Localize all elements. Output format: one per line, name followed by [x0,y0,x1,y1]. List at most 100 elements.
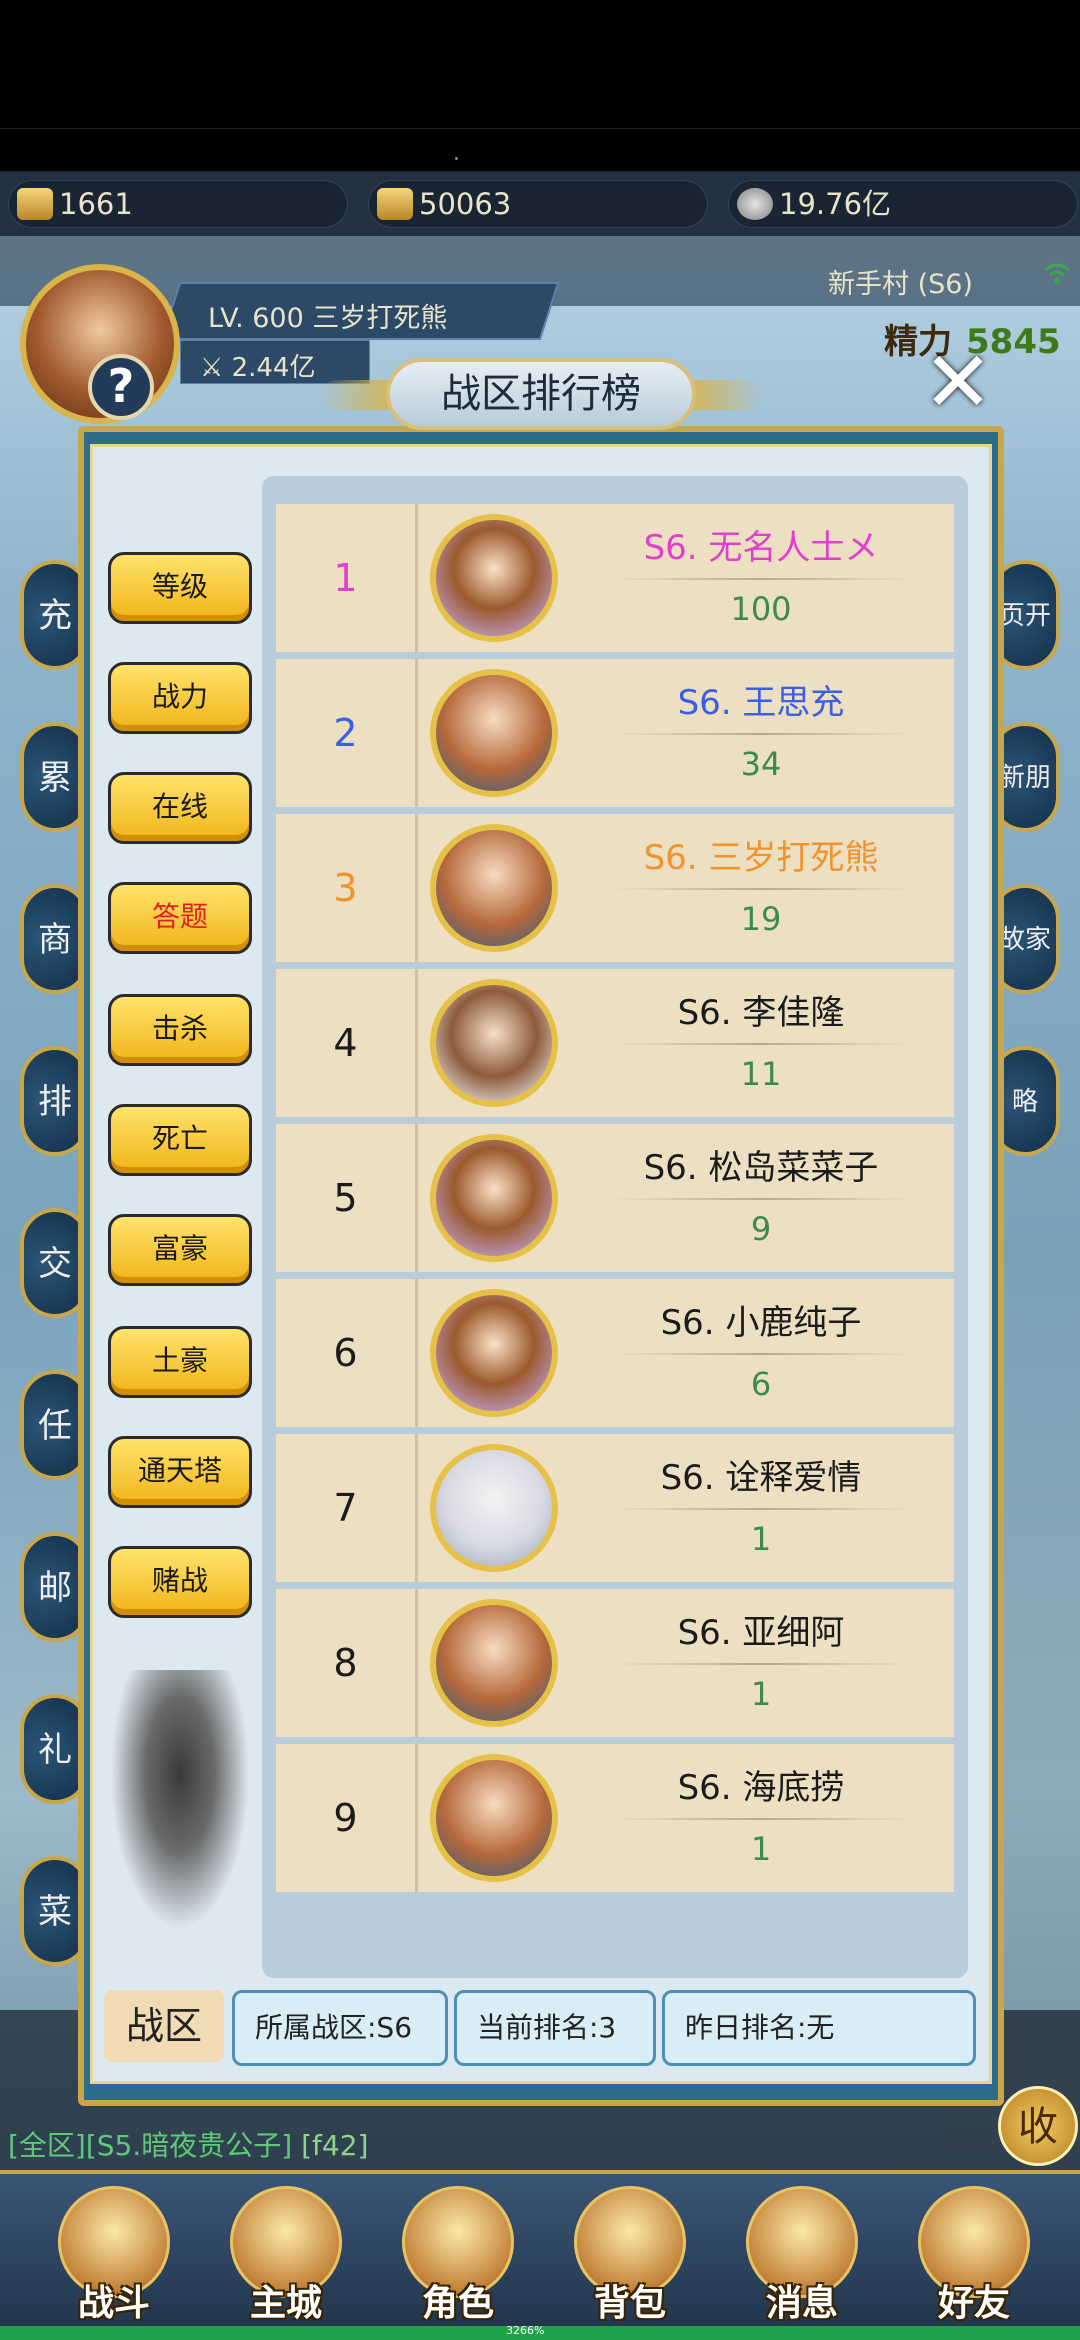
row-divider [612,1198,912,1200]
player-avatar-icon[interactable] [430,1134,558,1262]
ranking-row[interactable]: 3 S6. 三岁打死熊 19 [276,814,954,962]
player-avatar-icon[interactable] [430,1289,558,1417]
player-avatar-icon[interactable] [430,1754,558,1882]
nav-messages[interactable]: 消息 [732,2180,872,2326]
panel-title-plate: 战区排行榜 [386,358,696,430]
chat-sender[interactable]: [S5.暗夜贵公子] [86,2129,292,2162]
zone-tab[interactable]: 战区 [104,1990,224,2062]
rank-number: 7 [276,1434,418,1582]
gold-value: 1661 [59,187,133,221]
chat-channel: [全区] [8,2129,86,2162]
player-avatar-icon[interactable] [430,824,558,952]
row-divider [612,733,912,735]
zone-box: 所属战区:S6 [232,1990,448,2066]
nav-messages-label: 消息 [765,2283,838,2324]
rank-number: 9 [276,1744,418,1892]
player-name: S6. 松岛菜菜子 [643,1148,879,1188]
category-tower[interactable]: 通天塔 [108,1436,252,1508]
player-avatar-icon[interactable] [430,1599,558,1727]
row-divider [612,1043,912,1045]
player-avatar-icon[interactable] [430,979,558,1107]
help-button[interactable]: ? [88,354,154,420]
rank-number: 4 [276,969,418,1117]
player-score: 100 [730,590,792,628]
ingot-value: 50063 [419,187,512,221]
row-divider [612,1663,912,1665]
collapse-chat-button[interactable]: 收 [998,2086,1078,2166]
player-score: 11 [740,1055,782,1093]
ranking-row[interactable]: 8 S6. 亚细阿 1 [276,1589,954,1737]
ranking-row[interactable]: 6 S6. 小鹿纯子 6 [276,1279,954,1427]
player-name: S6. 海底捞 [677,1768,845,1808]
player-level-name: LV. 600 三岁打死熊 [208,303,448,334]
player-score: 19 [740,900,782,938]
player-name: S6. 无名人士メ [643,528,879,568]
player-name: S6. 李佳隆 [677,993,845,1033]
silver-coin-icon [737,188,773,220]
player-avatar-icon[interactable] [430,669,558,797]
chat-line: [全区][S5.暗夜贵公子] [f42] [8,2124,368,2164]
row-divider [612,1818,912,1820]
row-divider [612,1353,912,1355]
ranking-row[interactable]: 4 S6. 李佳隆 11 [276,969,954,1117]
nav-friends-label: 好友 [937,2283,1010,2324]
category-tycoon[interactable]: 土豪 [108,1326,252,1398]
ranking-row[interactable]: 9 S6. 海底捞 1 [276,1744,954,1892]
silver-value: 19.76亿 [779,187,892,221]
player-avatar-icon[interactable] [430,514,558,642]
rank-number: 2 [276,659,418,807]
nav-main-city[interactable]: 主城 [216,2180,356,2326]
ranking-row[interactable]: 2 S6. 王思充 34 [276,659,954,807]
location-label: 新手村 (S6) [828,269,973,300]
ranking-row[interactable]: 5 S6. 松岛菜菜子 9 [276,1124,954,1272]
row-divider [612,888,912,890]
nav-main-city-label: 主城 [249,2283,322,2324]
category-quiz[interactable]: 答题 [108,882,252,954]
system-status-bar [0,0,1080,128]
category-rich[interactable]: 富豪 [108,1214,252,1286]
category-power[interactable]: 战力 [108,662,252,734]
loading-progress-bar: 3266% [0,2324,1080,2340]
ranking-row[interactable]: 1 S6. 无名人士メ 100 [276,504,954,652]
rank-number: 5 [276,1124,418,1272]
ingot-icon [377,188,413,220]
category-kills[interactable]: 击杀 [108,994,252,1066]
rank-number: 8 [276,1589,418,1737]
player-name: S6. 小鹿纯子 [660,1303,862,1343]
player-score: 1 [750,1520,772,1558]
ranking-row[interactable]: 7 S6. 诠释爱情 1 [276,1434,954,1582]
close-icon[interactable]: ✕ [918,340,998,424]
ink-swordsman-illustration [110,1670,250,1930]
nav-bag[interactable]: 背包 [560,2180,700,2326]
category-level[interactable]: 等级 [108,552,252,624]
player-power: ⚔ 2.44亿 [200,353,316,383]
player-avatar-icon[interactable] [430,1444,558,1572]
category-gamble[interactable]: 赌战 [108,1546,252,1618]
nav-battle[interactable]: 战斗 [44,2180,184,2326]
rank-number: 3 [276,814,418,962]
nav-friends[interactable]: 好友 [904,2180,1044,2326]
current-rank-box: 当前排名:3 [454,1990,656,2066]
gold-icon [17,188,53,220]
player-score: 6 [750,1365,772,1403]
gold-resource[interactable]: 1661 [8,180,348,228]
row-divider [612,1508,912,1510]
nav-character-label: 角色 [421,2283,494,2324]
silver-resource[interactable]: 19.76亿 [728,180,1078,228]
rank-number: 1 [276,504,418,652]
category-deaths[interactable]: 死亡 [108,1104,252,1176]
wifi-icon [1044,263,1070,284]
player-score: 1 [750,1675,772,1713]
category-online[interactable]: 在线 [108,772,252,844]
yesterday-rank-box: 昨日排名:无 [662,1990,976,2066]
player-name: S6. 王思充 [677,683,845,723]
rank-number: 6 [276,1279,418,1427]
nav-bag-label: 背包 [593,2283,666,2324]
ingot-resource[interactable]: 50063 [368,180,708,228]
nav-character[interactable]: 角色 [388,2180,528,2326]
camera-dot [455,157,458,160]
row-divider [612,578,912,580]
player-power-value: 2.44亿 [231,353,316,383]
player-name: S6. 三岁打死熊 [643,838,879,878]
nav-battle-label: 战斗 [77,2283,150,2324]
